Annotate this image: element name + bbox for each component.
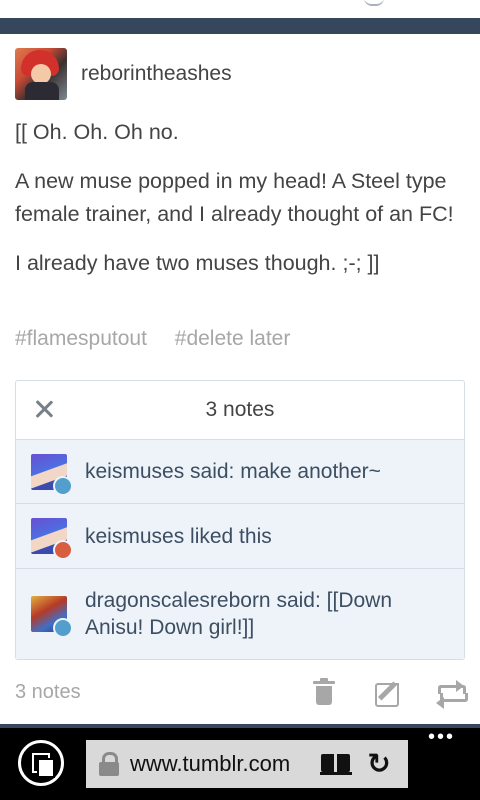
post-header: reborintheashes: [15, 48, 232, 100]
post-body: [[ Oh. Oh. Oh no. A new muse popped in m…: [15, 116, 465, 296]
post-paragraph: I already have two muses though. ;-; ]]: [15, 251, 380, 275]
notes-panel: 3 notes keismuses said: make another~ ke…: [15, 380, 465, 660]
tag-link[interactable]: #delete later: [175, 327, 291, 350]
url-text[interactable]: www.tumblr.com: [130, 751, 308, 777]
reply-badge-icon: [53, 475, 73, 496]
trash-icon[interactable]: [309, 677, 339, 707]
edit-icon[interactable]: [372, 677, 402, 707]
post-footer: 3 notes: [15, 674, 468, 710]
note-text: keismuses said: make another~: [85, 460, 381, 483]
tag-link[interactable]: #flamesputout: [15, 327, 147, 350]
notes-title: 3 notes: [205, 398, 275, 421]
notes-count[interactable]: 3 notes: [15, 681, 276, 704]
note-item[interactable]: keismuses liked this: [16, 504, 464, 569]
address-bar[interactable]: www.tumblr.com ↻: [86, 740, 408, 788]
top-strip: [0, 0, 480, 18]
reblog-icon[interactable]: [435, 677, 468, 709]
heart-badge-icon: [53, 540, 73, 560]
note-avatar[interactable]: [31, 596, 73, 638]
notes-header: 3 notes: [16, 381, 464, 440]
post-paragraph: [[ Oh. Oh. Oh no.: [15, 120, 179, 144]
note-item[interactable]: dragonscalesreborn said: [[Down Anisu! D…: [16, 569, 464, 659]
refresh-icon[interactable]: ↻: [364, 749, 394, 779]
partial-icon: [364, 0, 384, 6]
post-tags: #flamesputout #delete later: [15, 327, 312, 351]
close-icon[interactable]: [30, 395, 58, 423]
post-card: reborintheashes [[ Oh. Oh. Oh no. A new …: [0, 34, 480, 724]
more-options-icon[interactable]: •••: [428, 727, 458, 747]
lock-icon: [98, 752, 120, 776]
blog-username[interactable]: reborintheashes: [81, 62, 232, 86]
note-text: dragonscalesreborn said: [[Down Anisu! D…: [85, 589, 393, 639]
post-paragraph: A new muse popped in my head! A Steel ty…: [15, 169, 454, 226]
reading-view-icon[interactable]: [320, 751, 354, 777]
note-item[interactable]: keismuses said: make another~: [16, 440, 464, 504]
note-text: keismuses liked this: [85, 524, 272, 548]
dashboard-divider: [0, 18, 480, 34]
browser-bar: www.tumblr.com ↻ •••: [0, 727, 480, 800]
blog-avatar[interactable]: [15, 48, 67, 100]
note-avatar[interactable]: [31, 518, 73, 560]
note-avatar[interactable]: [31, 453, 73, 496]
reply-badge-icon: [53, 618, 73, 638]
tabs-icon[interactable]: [18, 740, 64, 786]
